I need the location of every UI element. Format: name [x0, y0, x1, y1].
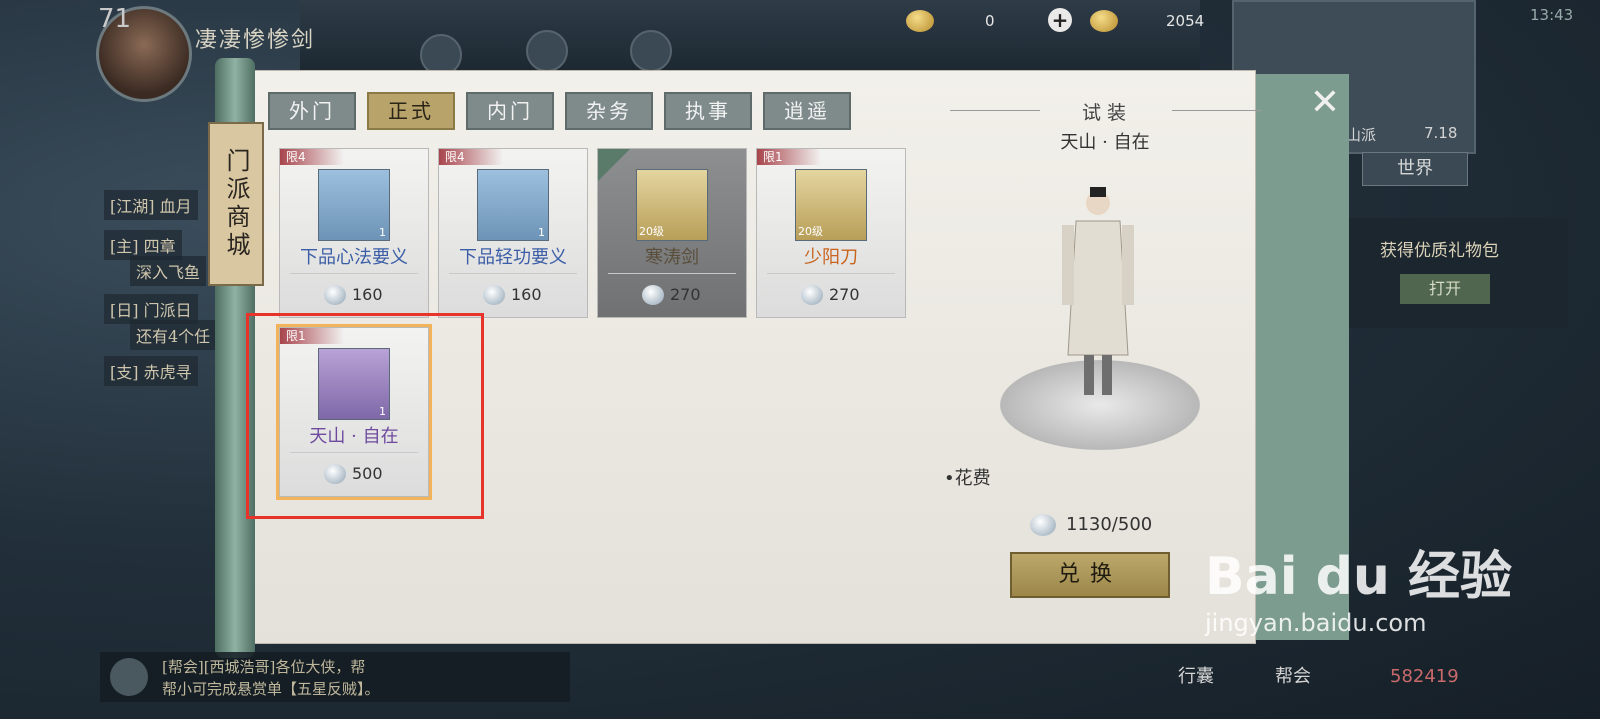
divider [449, 273, 577, 274]
item-price: 160 [352, 285, 383, 304]
guild-button[interactable]: 帮会 [1275, 662, 1311, 688]
map-label: 山派 [1346, 126, 1377, 144]
divider [608, 273, 736, 274]
divider [1172, 110, 1262, 111]
bag-button[interactable]: 行囊 [1178, 662, 1214, 688]
quest-item[interactable]: [支] 赤虎寻 [104, 356, 198, 386]
silver-token-icon [801, 285, 823, 305]
shop-item-card[interactable]: 限4 1 下品心法要义 160 [279, 148, 429, 318]
limit-badge: 限4 [280, 149, 344, 165]
menu-icon-3[interactable] [630, 30, 672, 72]
chat-avatar [110, 658, 148, 696]
chat-line: 帮小可完成悬赏单【五星反贼】。 [162, 680, 380, 698]
tab-chores[interactable]: 杂务 [565, 92, 653, 130]
gold-coin-icon [1090, 10, 1118, 32]
preview-item-name: 天山 · 自在 [1060, 132, 1150, 153]
cost-label: •花费 [944, 468, 991, 489]
menu-icon-2[interactable] [526, 30, 568, 72]
resource-value-ingot: 0 [985, 12, 995, 30]
divider [950, 110, 1040, 111]
item-price: 270 [829, 285, 860, 304]
resource-value-coin: 2054 [1166, 12, 1205, 30]
chat-line: [帮会][西城浩哥]各位大侠，帮 [162, 658, 366, 676]
chat-box[interactable]: [帮会][西城浩哥]各位大侠，帮 帮小可完成悬赏单【五星反贼】。 [100, 652, 570, 702]
power-number: 582419 [1390, 666, 1459, 687]
lock-badge-icon [598, 149, 630, 181]
add-ingot-icon[interactable]: + [1048, 8, 1072, 32]
item-qty: 1 [379, 226, 386, 239]
exchange-button[interactable]: 兑换 [1010, 552, 1170, 598]
gold-ingot-icon [906, 10, 934, 32]
watermark-brand: Bai du 经验 [1205, 547, 1512, 607]
item-qty: 1 [538, 226, 545, 239]
tab-steward[interactable]: 执事 [664, 92, 752, 130]
quest-item[interactable]: [江湖] 血月 [104, 190, 198, 220]
tab-free[interactable]: 逍遥 [763, 92, 851, 130]
player-level: 71 [98, 4, 132, 34]
preview-title: 试装 [1081, 102, 1132, 124]
highlight-box [246, 313, 484, 519]
silver-token-icon [483, 285, 505, 305]
character-preview[interactable] [1048, 185, 1148, 405]
item-level: 20级 [639, 225, 664, 238]
item-price: 160 [511, 285, 542, 304]
shop-item-card[interactable]: 20级 寒涛剑 270 [597, 148, 747, 318]
world-chat-button[interactable]: 世界 [1362, 152, 1468, 186]
item-name: 少阳刀 [804, 247, 858, 268]
item-name: 寒涛剑 [645, 247, 699, 268]
item-price: 270 [670, 285, 701, 304]
quest-item[interactable]: 深入飞鱼 [130, 256, 207, 286]
divider [767, 273, 895, 274]
shop-title: 门派商城 [208, 122, 264, 286]
shop-item-card[interactable]: 限1 20级 少阳刀 270 [756, 148, 906, 318]
tab-outer[interactable]: 外门 [268, 92, 356, 130]
item-name: 下品轻功要义 [459, 247, 567, 268]
player-name: 凄凄惨惨剑 [195, 28, 316, 53]
quest-item[interactable]: 还有4个任 [130, 320, 217, 350]
close-icon[interactable]: ✕ [1306, 84, 1344, 122]
gift-open-button[interactable]: 打开 [1400, 274, 1490, 304]
watermark-url: jingyan.baidu.com [1205, 609, 1427, 637]
gift-panel: 获得优质礼物包 打开 [1340, 218, 1568, 328]
limit-badge: 限1 [757, 149, 821, 165]
silver-token-icon [324, 285, 346, 305]
cost-value: 1130/500 [1066, 514, 1153, 535]
silver-token-icon [1030, 514, 1056, 536]
scroll-item-icon: 1 [318, 169, 390, 241]
item-name: 下品心法要义 [300, 247, 408, 268]
gift-text: 获得优质礼物包 [1380, 241, 1499, 261]
limit-badge: 限4 [439, 149, 503, 165]
shop-item-card[interactable]: 限4 1 下品轻功要义 160 [438, 148, 588, 318]
map-coord: 7.18 [1424, 124, 1458, 142]
watermark: Bai du 经验 jingyan.baidu.com [1205, 534, 1512, 637]
silver-token-icon [642, 285, 664, 305]
scroll-item-icon: 1 [477, 169, 549, 241]
blade-item-icon: 20级 [795, 169, 867, 241]
item-level: 20级 [798, 225, 823, 238]
divider [290, 273, 418, 274]
tab-inner[interactable]: 内门 [466, 92, 554, 130]
clock: 13:43 [1530, 6, 1574, 24]
tab-formal[interactable]: 正式 [367, 92, 455, 130]
sword-item-icon: 20级 [636, 169, 708, 241]
